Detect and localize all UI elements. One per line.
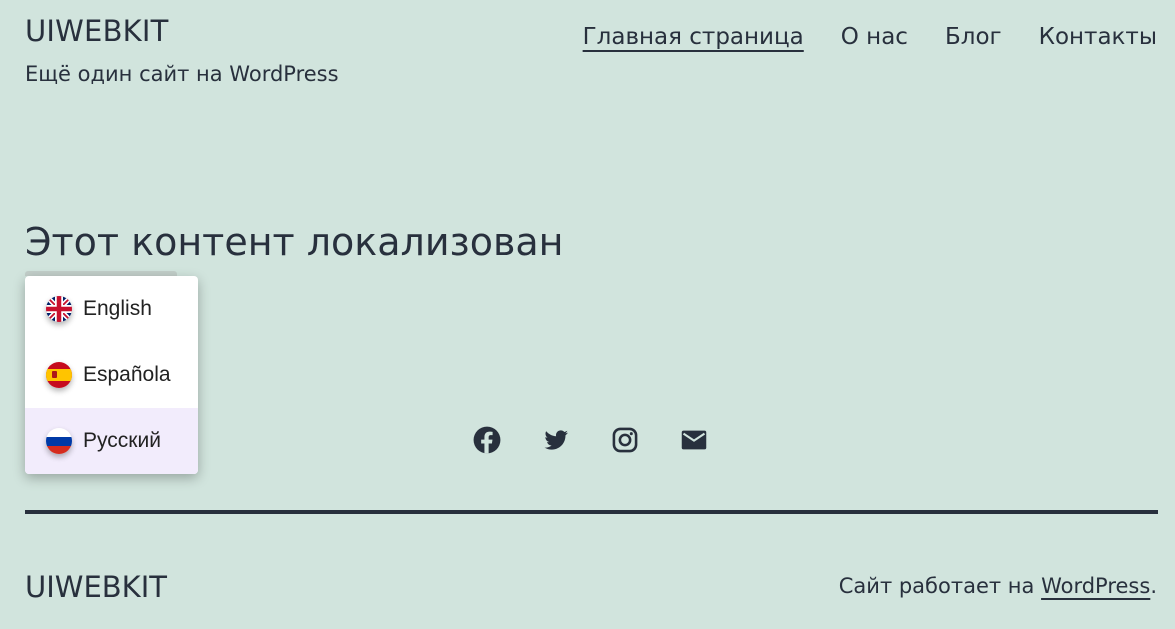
mail-icon[interactable]	[680, 426, 708, 454]
social-links	[473, 426, 708, 454]
uk-flag-icon	[46, 296, 72, 322]
footer-divider	[25, 510, 1158, 514]
language-label: English	[83, 297, 152, 320]
spain-flag-icon	[46, 362, 72, 388]
footer-site-title[interactable]: UIWEBKIT	[25, 570, 167, 604]
page-title: Этот контент локализован	[25, 220, 564, 264]
nav-item-about[interactable]: О нас	[841, 24, 908, 50]
wordpress-link[interactable]: WordPress	[1041, 574, 1150, 598]
credit-suffix: .	[1150, 574, 1157, 598]
language-option-english[interactable]: English	[25, 276, 198, 342]
site-title[interactable]: UIWEBKIT	[25, 14, 169, 48]
facebook-icon[interactable]	[473, 426, 501, 454]
language-menu: English Española Русский	[25, 276, 198, 474]
twitter-icon[interactable]	[542, 426, 570, 454]
language-label: Русский	[83, 429, 161, 452]
nav-item-blog[interactable]: Блог	[945, 24, 1002, 50]
powered-by-credit: Сайт работает на WordPress.	[839, 574, 1157, 598]
site-tagline: Ещё один сайт на WordPress	[25, 62, 339, 86]
language-option-spanish[interactable]: Española	[25, 342, 198, 408]
credit-prefix: Сайт работает на	[838, 574, 1042, 598]
instagram-icon[interactable]	[611, 426, 639, 454]
nav-item-home[interactable]: Главная страница	[583, 24, 804, 50]
russia-flag-icon	[46, 428, 72, 454]
language-option-russian[interactable]: Русский	[25, 408, 198, 474]
language-label: Española	[83, 363, 171, 386]
nav-item-contacts[interactable]: Контакты	[1039, 24, 1157, 50]
primary-nav: Главная страница О нас Блог Контакты	[583, 24, 1157, 50]
